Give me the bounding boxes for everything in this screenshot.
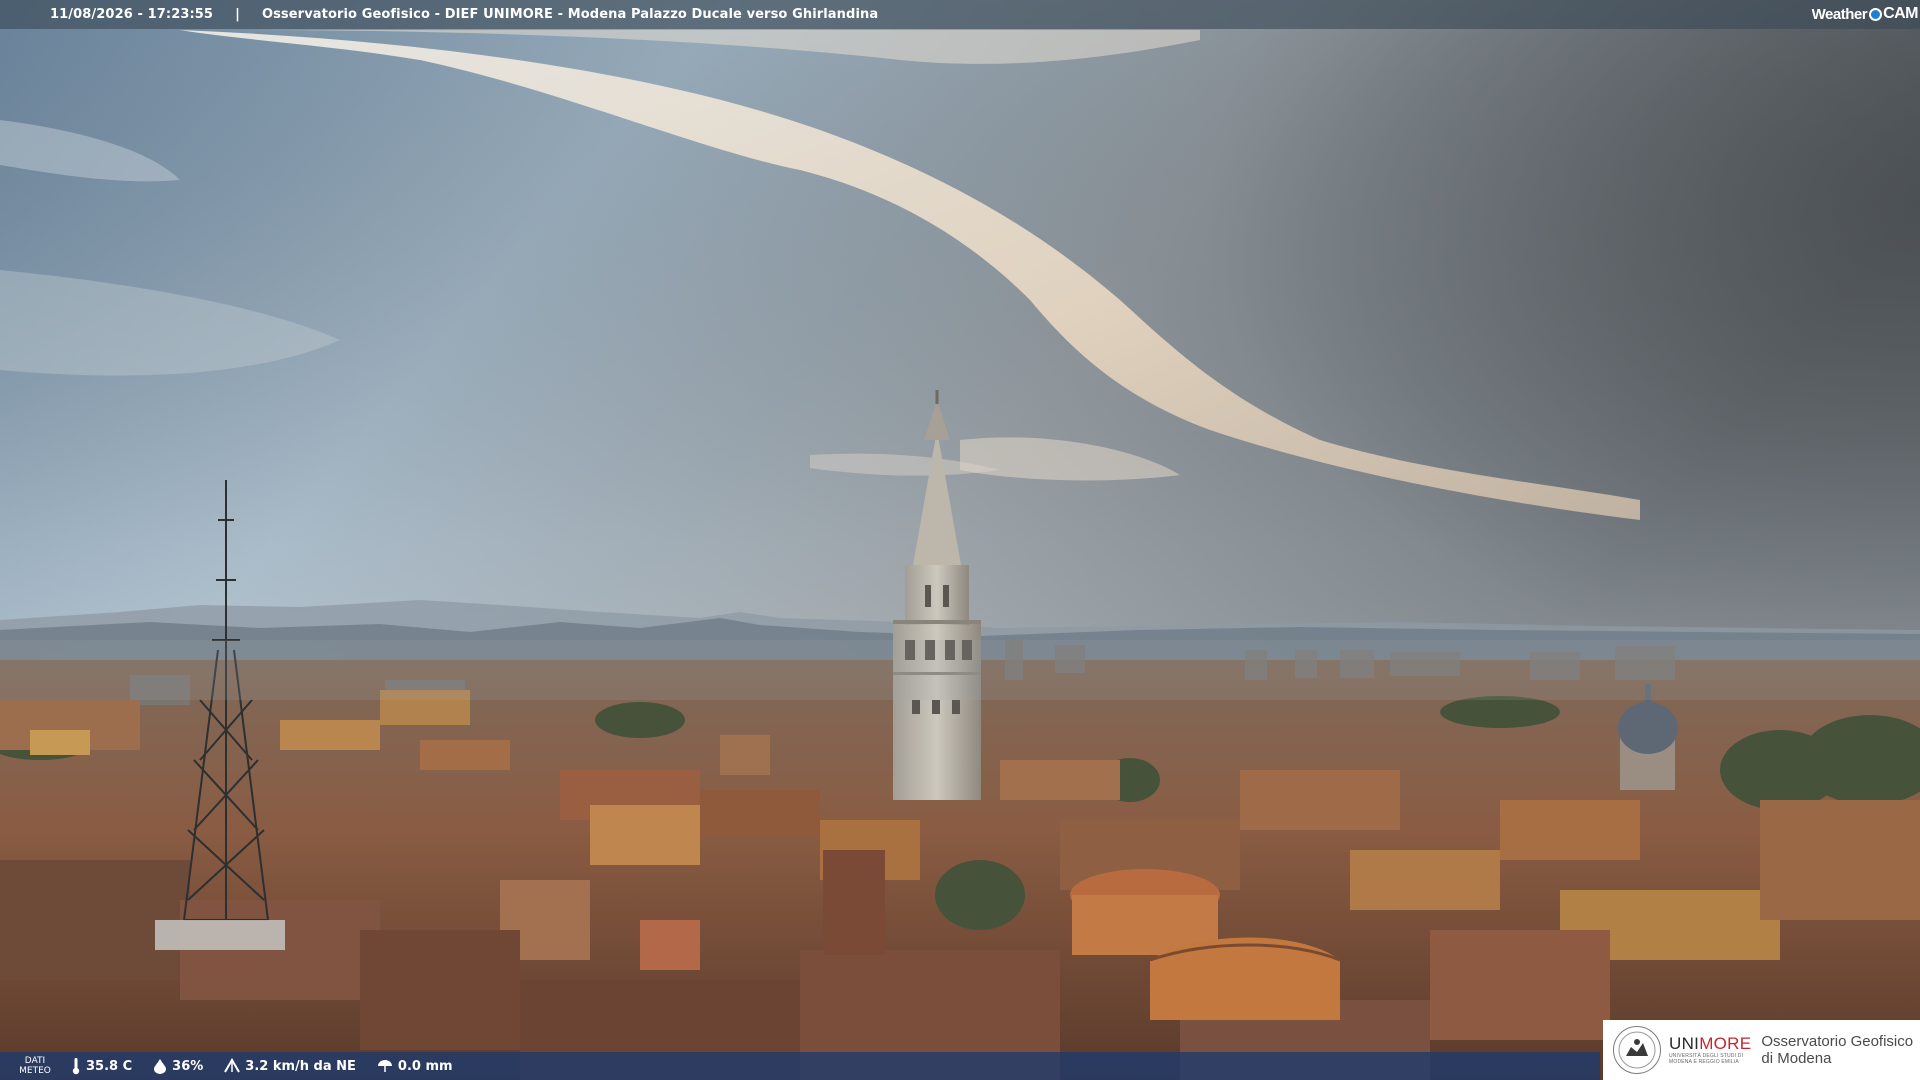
timestamp: 11/08/2026 - 17:23:55: [50, 7, 214, 22]
weather-data-bar: DATI METEO 35.8 C 36% 3.2 km/h da NE 0.0…: [0, 1052, 1600, 1080]
observatory-line2: di Modena: [1761, 1050, 1832, 1067]
unimore-wordmark: UNIMORE UNIVERSITÀ DEGLI STUDI DI MODENA…: [1669, 1034, 1752, 1066]
weathercam-logo: Weather CAM: [1811, 3, 1919, 25]
header-bar: 11/08/2026 - 17:23:55 | Osservatorio Geo…: [0, 0, 1920, 29]
uni-text: UNI: [1669, 1034, 1700, 1053]
wind-value: 3.2 km/h da NE: [245, 1058, 356, 1074]
wind-reading: 3.2 km/h da NE: [223, 1058, 356, 1074]
university-seal-icon: [1613, 1026, 1661, 1074]
city-panorama-image: [0, 0, 1920, 1080]
observatory-name: Osservatorio Geofisico di Modena: [1761, 1033, 1913, 1067]
camera-title: Osservatorio Geofisico - DIEF UNIMORE - …: [261, 7, 879, 22]
rain-gauge-icon: [377, 1060, 392, 1072]
humidity-drop-icon: [154, 1059, 167, 1074]
rain-reading: 0.0 mm: [376, 1058, 453, 1074]
dati-label-line2: METEO: [19, 1066, 51, 1076]
webcam-frame: 11/08/2026 - 17:23:55 | Osservatorio Geo…: [0, 0, 1920, 1080]
thermometer-icon: [72, 1058, 80, 1075]
weathercam-dot-icon: [1869, 7, 1883, 21]
dati-label-line1: DATI: [24, 1056, 46, 1066]
weathercam-logo-weather: Weather: [1811, 5, 1868, 23]
header-separator: |: [235, 7, 240, 22]
dati-meteo-label: DATI METEO: [0, 1056, 70, 1076]
humidity-reading: 36%: [152, 1058, 203, 1074]
more-text: MORE: [1699, 1034, 1752, 1053]
temperature-reading: 35.8 C: [70, 1057, 132, 1075]
observatory-line1: Osservatorio Geofisico: [1761, 1033, 1914, 1050]
humidity-value: 36%: [172, 1058, 204, 1074]
wind-icon: [224, 1058, 241, 1073]
temperature-value: 35.8 C: [86, 1058, 133, 1074]
rain-value: 0.0 mm: [397, 1058, 453, 1074]
weathercam-logo-cam: CAM: [1883, 5, 1918, 22]
unimore-logo-panel: UNIMORE UNIVERSITÀ DEGLI STUDI DI MODENA…: [1603, 1020, 1920, 1080]
university-subtitle-2: MODENA E REGGIO EMILIA: [1669, 1059, 1739, 1065]
